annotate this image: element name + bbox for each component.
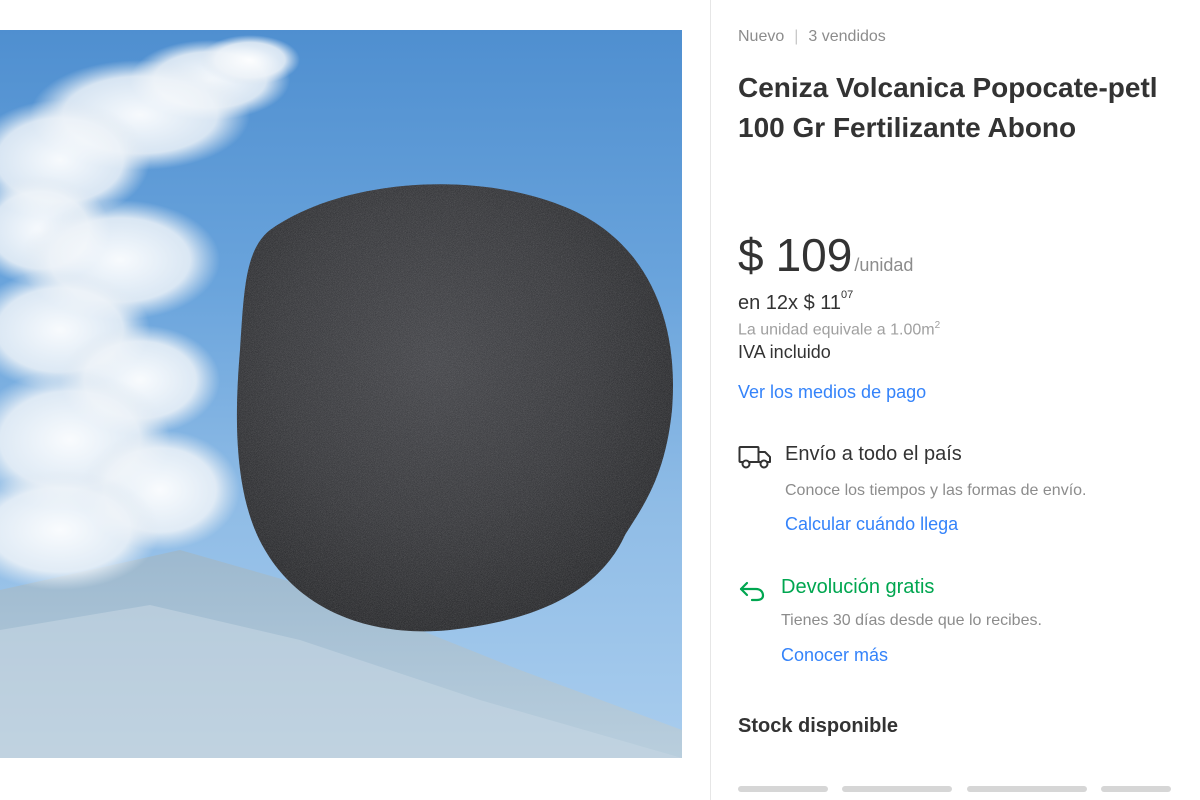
return-arrow-icon xyxy=(739,581,765,602)
shipping-description: Conoce los tiempos y las formas de envío… xyxy=(785,482,1087,499)
product-photo-volcanic-ash xyxy=(0,35,682,758)
panel-divider xyxy=(710,0,711,800)
price-amount: 109 xyxy=(775,229,853,281)
learn-more-link[interactable]: Conocer más xyxy=(781,645,888,666)
unit-equivalence: La unidad equivale a 1.00m2 xyxy=(738,320,940,339)
tax-note: IVA incluido xyxy=(738,342,831,362)
equivalence-sup: 2 xyxy=(934,320,941,331)
product-subtitle: Nuevo | 3 vendidos xyxy=(738,28,886,46)
quantity-selector-partial[interactable] xyxy=(738,786,1200,800)
free-return-title: Devolución gratis xyxy=(781,576,935,598)
qty-placeholder-2 xyxy=(842,786,953,792)
payment-methods-link[interactable]: Ver los medios de pago xyxy=(738,382,926,403)
price: $ 109 /unidad xyxy=(738,228,913,282)
qty-placeholder-4 xyxy=(1101,786,1172,792)
truck-icon xyxy=(738,446,771,469)
product-title: Ceniza Volcanica Popocate-petl 100 Gr Fe… xyxy=(738,72,1158,143)
condition-label: Nuevo xyxy=(738,28,785,45)
stock-available: Stock disponible xyxy=(738,715,899,737)
product-info-panel: Nuevo | 3 vendidos Ceniza Volcanica Popo… xyxy=(738,0,1200,800)
qty-placeholder-3 xyxy=(966,786,1087,792)
price-unit: /unidad xyxy=(854,255,914,275)
calculate-delivery-link[interactable]: Calcular cuándo llega xyxy=(785,514,958,535)
product-page: Nuevo | 3 vendidos Ceniza Volcanica Popo… xyxy=(0,0,1200,800)
installments-info: en 12x $ 1107 xyxy=(738,289,854,315)
installments-text: en 12x $ 11 xyxy=(738,292,842,314)
sold-count: 3 vendidos xyxy=(808,28,886,45)
currency-symbol: $ xyxy=(738,229,764,281)
product-image[interactable] xyxy=(0,30,682,758)
equivalence-text: La unidad equivale a 1.00m xyxy=(738,321,935,339)
installments-cents: 07 xyxy=(841,289,854,302)
qty-placeholder-1 xyxy=(738,786,828,792)
shipping-title: Envío a todo el país xyxy=(785,443,962,465)
subtitle-separator: | xyxy=(794,28,799,45)
free-return-description: Tienes 30 días desde que lo recibes. xyxy=(781,612,1042,629)
